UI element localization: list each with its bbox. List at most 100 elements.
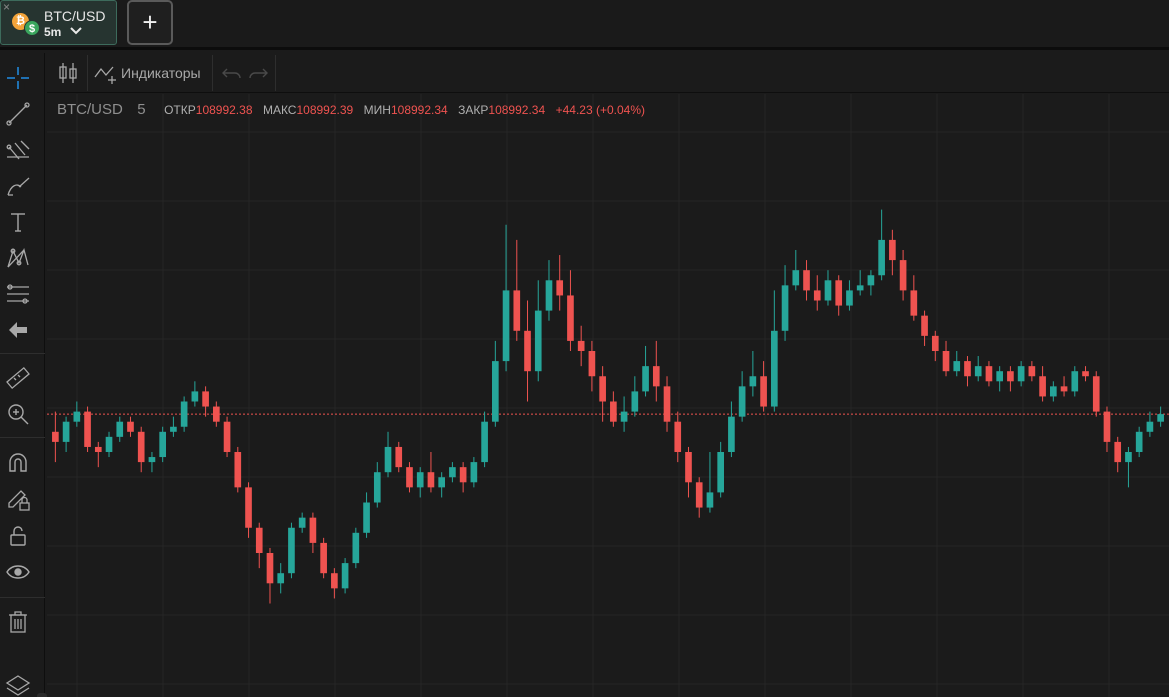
candle — [481, 411, 488, 468]
candle-body — [341, 563, 349, 589]
candle — [878, 209, 885, 281]
candle-body — [363, 502, 370, 533]
candle-body — [255, 527, 263, 553]
candle — [803, 260, 810, 301]
toolbar-divider — [275, 55, 276, 91]
candle-body — [878, 239, 885, 276]
candle-body — [416, 472, 424, 488]
candle-body — [1071, 371, 1079, 392]
fib-icon[interactable] — [5, 137, 31, 163]
candle — [685, 446, 692, 498]
tab-interval[interactable]: 5m — [44, 25, 61, 39]
candle — [835, 275, 843, 316]
back-arrow-icon[interactable] — [5, 317, 31, 343]
eye-icon[interactable] — [5, 559, 31, 585]
candle — [1125, 446, 1132, 488]
close-icon[interactable]: × — [3, 0, 10, 14]
candle-body — [352, 532, 360, 564]
candle-body — [384, 446, 392, 473]
candle — [148, 452, 156, 473]
trading-app: × ₿ $ BTC/USD 5m + Индикаторы BTC/USD 5 … — [0, 0, 1169, 697]
candle — [921, 310, 928, 346]
legend-close-label: ЗАКР — [458, 103, 489, 117]
toolbar-divider — [0, 353, 45, 354]
trash-icon[interactable] — [5, 609, 31, 635]
candle-body — [266, 553, 274, 584]
magnet-icon[interactable] — [5, 451, 31, 477]
crosshair-icon[interactable] — [5, 65, 31, 91]
add-tab-button[interactable]: + — [127, 0, 173, 45]
candle — [470, 457, 478, 488]
candle-body — [1125, 452, 1132, 463]
candle-body — [588, 351, 596, 377]
brush-icon[interactable] — [5, 173, 31, 199]
chart-tab[interactable]: × ₿ $ BTC/USD 5m — [0, 0, 117, 45]
candle-body — [953, 361, 961, 372]
candle — [1007, 366, 1014, 392]
candle — [813, 275, 821, 311]
price-chart[interactable]: BTC/USD 5 ОТКР108992.38 МАКС108992.39 МИ… — [47, 94, 1169, 697]
candle — [1157, 406, 1164, 427]
pencil-lock-icon[interactable] — [5, 487, 31, 513]
candle-body — [148, 457, 156, 463]
candle-body — [1060, 386, 1068, 392]
candle-body — [438, 477, 445, 488]
candle-body — [889, 239, 896, 261]
chevron-down-icon[interactable] — [69, 26, 83, 36]
candle — [1071, 366, 1079, 397]
zoom-in-icon[interactable] — [5, 401, 31, 427]
candle — [706, 452, 714, 513]
measure-icon[interactable] — [5, 281, 31, 307]
candle — [749, 351, 757, 397]
candle — [1060, 376, 1068, 397]
candle — [534, 280, 542, 382]
candle-body — [813, 290, 821, 301]
indicators-button[interactable]: Индикаторы — [91, 59, 211, 87]
candle — [996, 366, 1003, 392]
candle-body — [105, 436, 113, 452]
candle — [931, 330, 939, 362]
candle-body — [1007, 371, 1014, 382]
candle — [1135, 426, 1143, 458]
candle — [1050, 381, 1057, 402]
candle-body — [1050, 386, 1057, 397]
candle-body — [610, 401, 617, 422]
candle-body — [835, 280, 843, 306]
candle — [910, 275, 918, 321]
candle-body — [1103, 411, 1111, 442]
ruler-icon[interactable] — [5, 365, 31, 391]
undo-icon[interactable] — [219, 60, 245, 86]
candle — [631, 376, 639, 417]
candle — [502, 224, 510, 372]
candle — [191, 381, 199, 407]
candle — [309, 512, 317, 553]
candle-body — [974, 366, 982, 377]
candle — [620, 396, 628, 432]
candle — [202, 386, 209, 417]
candle — [492, 340, 499, 427]
candle-body — [202, 391, 209, 407]
collapse-toolbar-button[interactable]: ‹ — [37, 693, 47, 697]
candle-body — [728, 416, 735, 452]
candle — [116, 416, 124, 442]
candle-body — [996, 371, 1003, 382]
pattern-icon[interactable] — [5, 245, 31, 271]
legend-symbol: BTC/USD — [57, 101, 123, 118]
candle-body — [556, 280, 564, 296]
candle-body — [127, 421, 134, 432]
candle — [1082, 366, 1089, 382]
candles-icon[interactable] — [55, 60, 81, 86]
candle-body — [567, 295, 574, 341]
candlestick-chart[interactable] — [47, 94, 1169, 697]
trend-line-icon[interactable] — [5, 101, 31, 127]
candle-body — [910, 290, 918, 316]
text-icon[interactable] — [5, 209, 31, 235]
lock-icon[interactable] — [5, 523, 31, 549]
layers-icon[interactable] — [5, 673, 31, 697]
candle-body — [52, 431, 59, 442]
redo-icon[interactable] — [245, 60, 271, 86]
candle — [170, 416, 177, 437]
candle-body — [706, 492, 714, 508]
candle — [416, 467, 424, 498]
candle-body — [921, 315, 928, 336]
